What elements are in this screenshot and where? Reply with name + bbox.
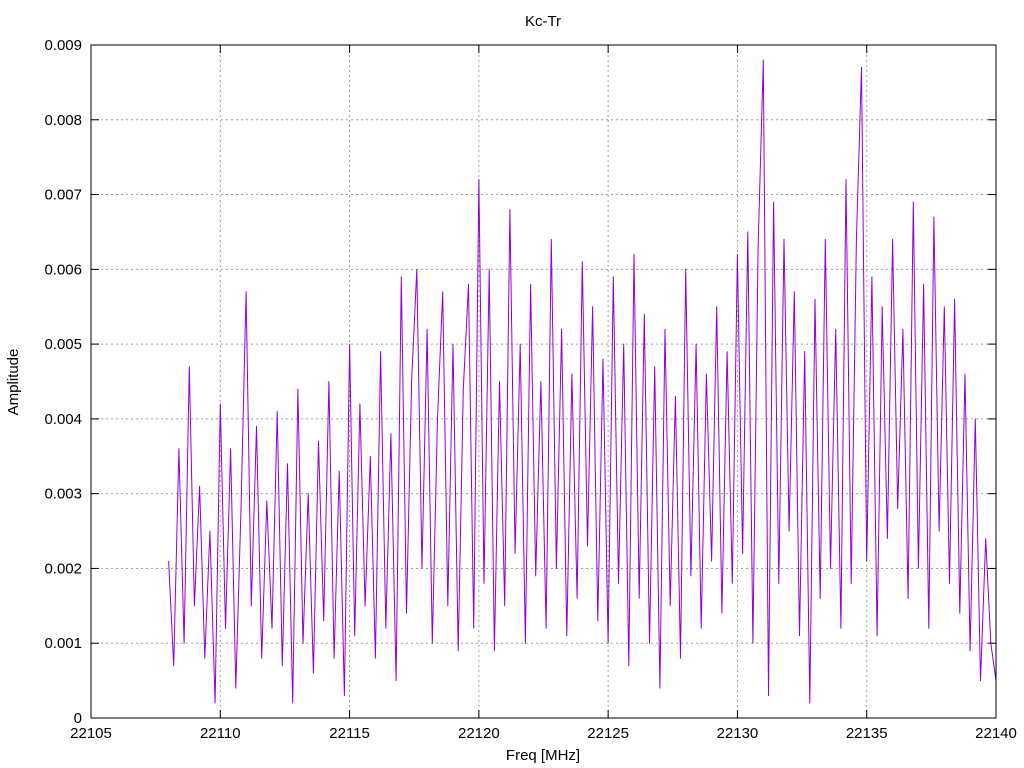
x-tick-label: 22135 (846, 725, 888, 742)
y-tick-label: 0.009 (44, 37, 82, 54)
x-tick-label: 22120 (458, 725, 500, 742)
y-tick-label: 0.007 (44, 187, 82, 204)
x-tick-label: 22125 (587, 725, 629, 742)
x-tick-label: 22110 (200, 725, 241, 742)
chart: Kc-Tr 00.0010.0020.0030.0040.0050.0060.0… (5, 13, 1017, 764)
y-tick-label: 0.002 (44, 560, 82, 577)
x-tick-label: 22115 (329, 725, 370, 742)
y-tick-label: 0.001 (44, 635, 82, 652)
series-layer (168, 59, 997, 704)
y-tick-label: 0.006 (44, 261, 82, 278)
tick-layer (90, 44, 997, 719)
y-axis-label: Amplitude (5, 349, 22, 416)
plot-frame (90, 44, 997, 719)
y-tick-label: 0.004 (44, 411, 82, 428)
x-axis-label: Freq [MHz] (506, 747, 580, 764)
label-layer: 00.0010.0020.0030.0040.0050.0060.0070.00… (44, 37, 1016, 742)
y-tick-label: 0.008 (44, 112, 82, 129)
x-tick-label: 22130 (717, 725, 759, 742)
x-tick-label: 22105 (70, 725, 112, 742)
chart-title: Kc-Tr (525, 13, 561, 30)
y-tick-label: 0.005 (44, 336, 82, 353)
y-tick-label: 0.003 (44, 486, 82, 503)
series-line (168, 59, 997, 704)
x-tick-label: 22140 (975, 725, 1017, 742)
grid-layer (91, 45, 996, 718)
